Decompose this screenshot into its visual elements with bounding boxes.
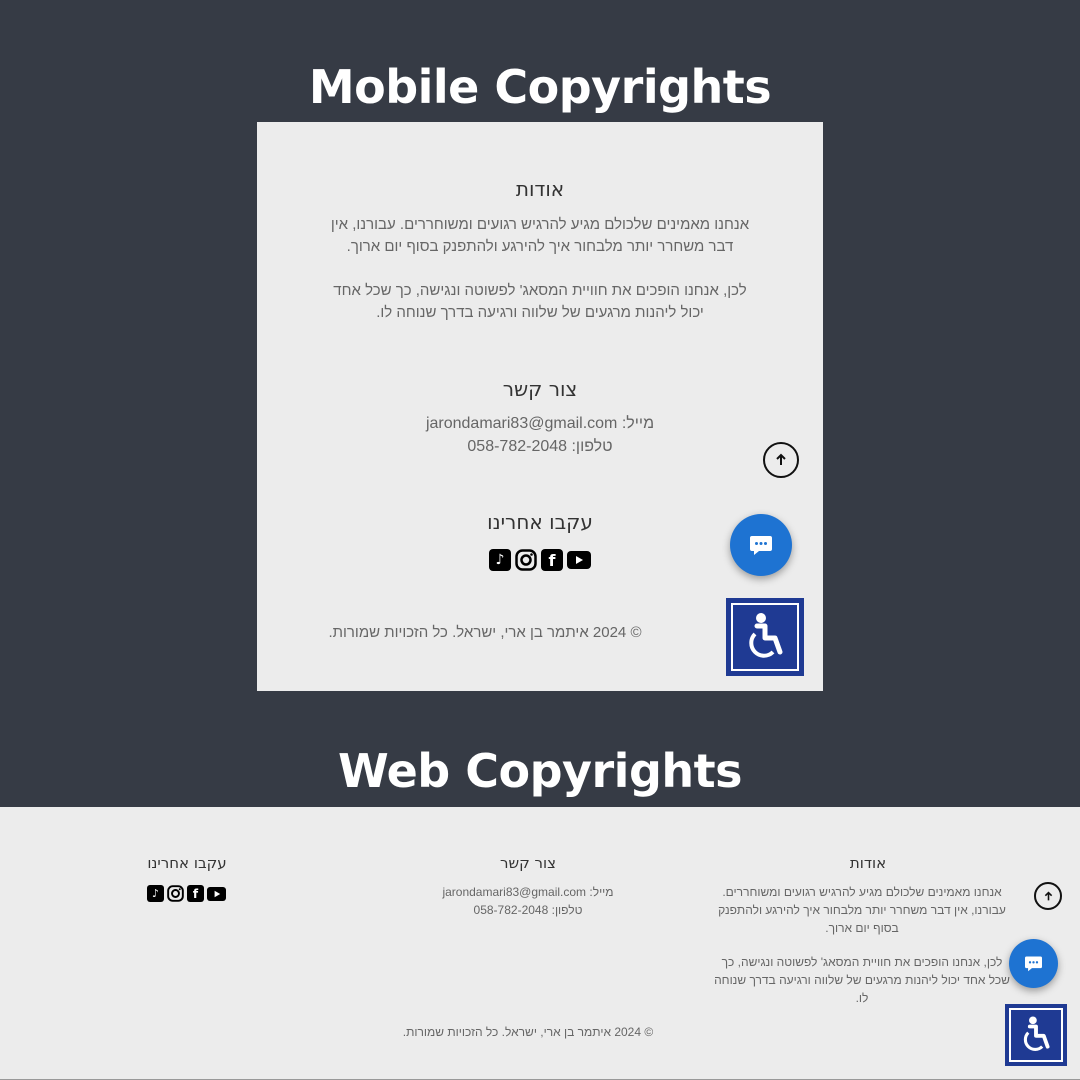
copyright-text: © 2024 איתמר בן ארי, ישראל. כל הזכויות ש… <box>328 624 642 641</box>
web-phone-link[interactable]: 058-782-2048 <box>474 903 549 917</box>
chat-icon <box>750 536 772 555</box>
email-link[interactable]: jarondamari83@gmail.com <box>426 415 617 432</box>
web-chat-icon <box>1025 956 1042 972</box>
social-icons: ♪ f <box>489 549 591 571</box>
email-label: מייל: <box>621 415 655 432</box>
web-youtube-icon[interactable] <box>207 887 226 901</box>
web-accessibility-button[interactable] <box>1005 1004 1067 1066</box>
web-email-label: מייל: <box>589 885 614 899</box>
wheelchair-icon <box>749 613 783 658</box>
mobile-copyrights-heading: Mobile Copyrights <box>308 60 772 114</box>
accessibility-button[interactable] <box>726 598 804 676</box>
web-arrow-up-icon <box>1044 890 1052 900</box>
web-copyrights-heading: Web Copyrights <box>337 744 743 798</box>
contact-phone-line: טלפון: 058-782-2048 <box>257 438 823 456</box>
web-scroll-top-button[interactable] <box>1034 882 1062 910</box>
phone-label: טלפון: <box>571 438 613 455</box>
instagram-icon[interactable] <box>515 549 537 571</box>
web-chat-button[interactable] <box>1009 939 1058 988</box>
web-phone-label: טלפון: <box>551 903 583 917</box>
mobile-footer: אודות אנחנו מאמינים שלכולם מגיע להרגיש ר… <box>257 122 823 691</box>
contact-email-line: מייל: jarondamari83@gmail.com <box>257 415 823 433</box>
web-about-paragraph-2: לכן, אנחנו הופכים את חוויית המסאג' לפשוט… <box>714 955 1010 1005</box>
about-paragraph-2: לכן, אנחנו הופכים את חוויית המסאג' לפשוט… <box>333 282 747 321</box>
web-facebook-icon[interactable]: f <box>187 885 204 902</box>
web-tiktok-icon[interactable]: ♪ <box>147 885 164 902</box>
web-follow-title: עקבו אחרינו <box>147 854 227 872</box>
about-paragraph-1: אנחנו מאמינים שלכולם מגיע להרגיש רגועים … <box>330 216 750 255</box>
about-title: אודות <box>515 177 565 201</box>
web-contact-title: צור קשר <box>500 854 556 872</box>
web-instagram-icon[interactable] <box>167 885 184 902</box>
web-footer: אודות אנחנו מאמינים שלכולם מגיע להרגיש ר… <box>0 807 1080 1080</box>
tiktok-icon[interactable]: ♪ <box>489 549 511 571</box>
facebook-icon[interactable]: f <box>541 549 563 571</box>
web-social-icons: ♪ f <box>147 885 226 902</box>
scroll-top-button[interactable] <box>763 442 799 478</box>
web-wheelchair-icon <box>1023 1016 1050 1052</box>
web-contact-phone-line: טלפון: 058-782-2048 <box>378 901 678 919</box>
web-contact-email-line: מייל: jarondamari83@gmail.com <box>378 883 678 901</box>
web-copyright-text: © 2024 איתמר בן ארי, ישראל. כל הזכויות ש… <box>402 1025 654 1039</box>
phone-link[interactable]: 058-782-2048 <box>467 438 567 455</box>
web-about-paragraph-1: אנחנו מאמינים שלכולם מגיע להרגיש רגועים … <box>718 885 1006 935</box>
contact-title: צור קשר <box>502 377 578 401</box>
chat-button[interactable] <box>730 514 792 576</box>
web-email-link[interactable]: jarondamari83@gmail.com <box>442 885 586 899</box>
arrow-up-icon <box>776 453 786 465</box>
youtube-icon[interactable] <box>567 551 591 569</box>
web-about-title: אודות <box>849 854 887 872</box>
